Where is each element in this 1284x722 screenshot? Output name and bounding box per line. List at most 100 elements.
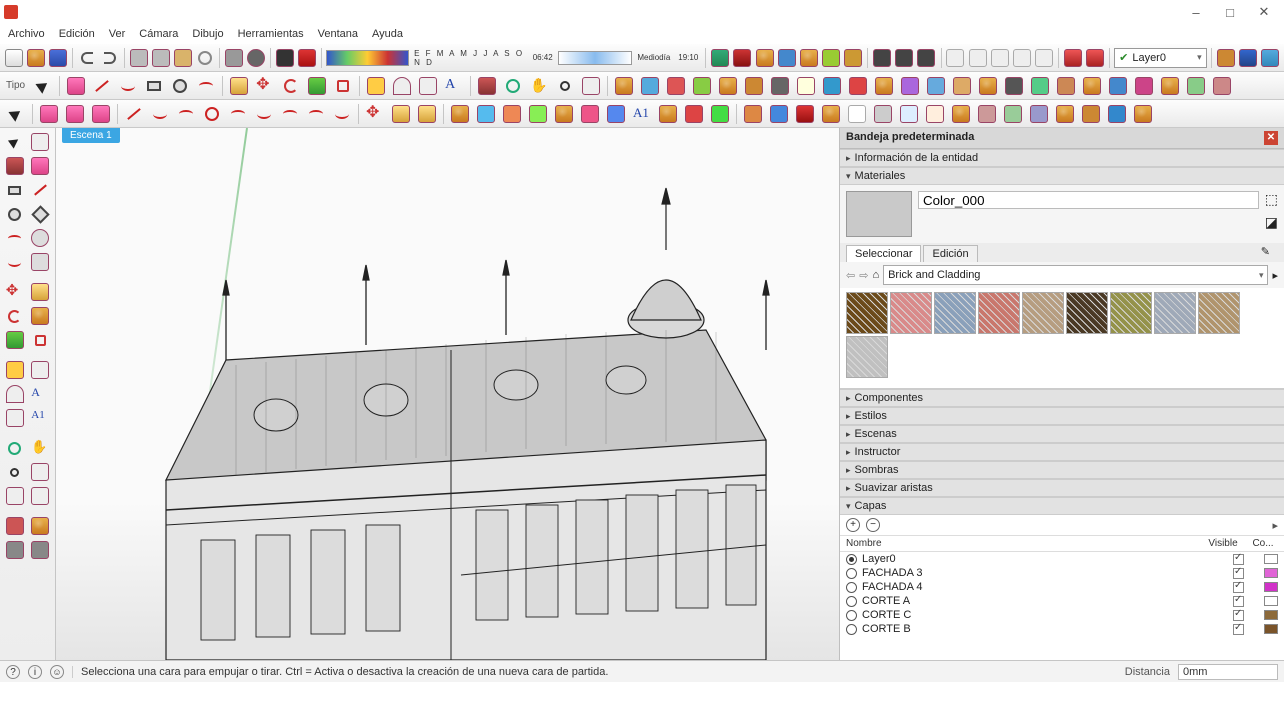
section-scenes[interactable]: ▸Escenas [840,425,1284,443]
back-icon[interactable]: ⇦ [846,269,855,282]
followme-icon[interactable] [28,304,54,328]
section-components[interactable]: ▸Componentes [840,389,1284,407]
info-icon[interactable]: i [28,665,42,679]
view-icon[interactable] [1012,46,1032,70]
section-styles[interactable]: ▸Estilos [840,407,1284,425]
tab-edit[interactable]: Edición [923,245,977,262]
material-swatch[interactable] [1154,292,1196,334]
plugin-icon[interactable] [1210,74,1234,98]
plugin-icon[interactable] [845,102,869,126]
walk-icon[interactable] [2,538,28,562]
tab-select[interactable]: Seleccionar [846,245,921,262]
extrude-icon[interactable] [415,102,439,126]
eraser-icon[interactable] [28,154,54,178]
move-red-icon[interactable]: ✥ [363,102,387,126]
section-soften[interactable]: ▸Suavizar aristas [840,479,1284,497]
section-icon[interactable] [1063,46,1083,70]
layer-visible-checkbox[interactable] [1233,610,1244,621]
polygon-icon[interactable] [28,202,54,226]
freehand-icon[interactable] [2,250,28,274]
help-icon[interactable]: ? [6,665,20,679]
layer-visible-checkbox[interactable] [1233,596,1244,607]
details-icon[interactable]: ▸ [1272,269,1278,282]
material-category-select[interactable]: Brick and Cladding [883,265,1268,285]
prev-view-icon[interactable] [28,484,54,508]
plugin-icon[interactable] [708,102,732,126]
undo-button[interactable] [77,46,97,70]
plugin-icon[interactable] [1001,102,1025,126]
extrude-icon[interactable] [389,102,413,126]
plugin-icon[interactable] [976,74,1000,98]
plugin-icon[interactable] [1105,102,1129,126]
zoom-tool[interactable] [553,74,577,98]
curve-red-icon[interactable] [174,102,198,126]
layer-visible-checkbox[interactable] [1233,624,1244,635]
zoom-extents-icon[interactable] [2,484,28,508]
plugin-button-b[interactable] [297,46,317,70]
plugin-icon[interactable] [923,102,947,126]
protractor-tool[interactable] [390,74,414,98]
menu-dibujo[interactable]: Dibujo [192,28,223,40]
curve-red-icon[interactable] [278,102,302,126]
circle-icon[interactable] [2,202,28,226]
plugin-icon[interactable] [949,102,973,126]
distance-value[interactable]: 0mm [1178,664,1278,680]
plugin-icon[interactable] [638,74,662,98]
select-tool[interactable] [2,130,28,154]
plugin-icon[interactable] [1079,102,1103,126]
layer-row[interactable]: Layer0 [840,552,1284,566]
protractor-icon[interactable] [2,382,28,406]
menu-archivo[interactable]: Archivo [8,28,45,40]
redo-button[interactable] [99,46,119,70]
plugin-icon[interactable] [732,46,752,70]
cut-button[interactable] [128,46,148,70]
layer-radio[interactable] [846,596,857,607]
plugin-icon[interactable] [1080,74,1104,98]
plugin-icon[interactable] [448,102,472,126]
plugin-icon[interactable] [500,102,524,126]
section-shadows[interactable]: ▸Sombras [840,461,1284,479]
plugin-icon[interactable] [821,46,841,70]
offset-icon[interactable] [28,328,54,352]
layer-radio[interactable] [846,624,857,635]
layer-visible-checkbox[interactable] [1233,554,1244,565]
shadow-date-slider[interactable] [326,50,409,66]
curve-red-icon[interactable] [252,102,276,126]
eraser-pink-icon[interactable] [89,102,113,126]
plugin-icon[interactable] [474,102,498,126]
line-icon[interactable] [28,178,54,202]
freehand-tool[interactable] [116,74,140,98]
scale-icon[interactable] [2,328,28,352]
menu-ayuda[interactable]: Ayuda [372,28,403,40]
tape-icon[interactable] [2,358,28,382]
model-material-icon[interactable]: ◪ [1265,214,1278,231]
plugin-icon[interactable] [741,102,765,126]
plugin-icon[interactable] [843,46,863,70]
pushpull-tool[interactable] [227,74,251,98]
plugin-icon[interactable] [1106,74,1130,98]
forward-icon[interactable]: ⇨ [859,269,868,282]
plugin-icon[interactable] [682,102,706,126]
dimension-tool[interactable] [416,74,440,98]
remove-layer-button[interactable]: − [866,518,880,532]
layer-row[interactable]: CORTE C [840,608,1284,622]
rectangle-icon[interactable] [2,178,28,202]
plugin-icon[interactable] [656,102,680,126]
menu-herramientas[interactable]: Herramientas [238,28,304,40]
pan-icon[interactable]: ✋ [28,436,54,460]
material-name-input[interactable] [918,191,1259,209]
plugin-icon[interactable] [898,74,922,98]
plugin-icon[interactable] [1054,74,1078,98]
plugin-icon[interactable] [1002,74,1026,98]
eraser-pink-icon[interactable] [63,102,87,126]
plugin-icon[interactable] [604,102,628,126]
text-label-icon[interactable]: A [28,382,54,406]
plugin-icon[interactable] [612,74,636,98]
plugin-icon[interactable] [578,102,602,126]
section-icon[interactable] [1085,46,1105,70]
layers-menu-button[interactable]: ▸ [1272,519,1278,532]
plugin-icon[interactable] [690,74,714,98]
rotate-tool[interactable] [279,74,303,98]
move-icon[interactable]: ✥ [2,280,28,304]
layer-radio[interactable] [846,582,857,593]
